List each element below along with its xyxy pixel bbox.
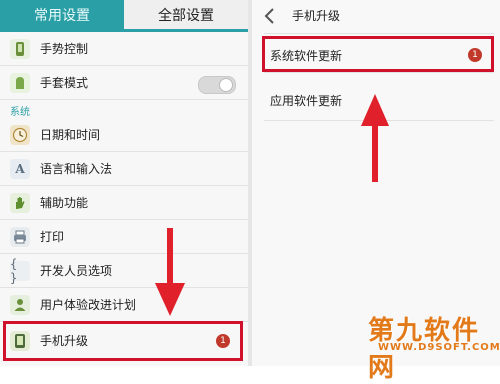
settings-item-label: 开发人员选项 [40,264,113,278]
arrow-up-icon [361,94,389,182]
phone-update-header: 手机升级 [252,0,500,32]
braces-icon: { } [10,257,30,285]
settings-tabs: 常用设置 全部设置 [0,0,248,32]
back-icon[interactable] [262,7,278,25]
tab-common-settings[interactable]: 常用设置 [0,0,124,32]
settings-item-label: 语言和输入法 [40,162,113,176]
page-title: 手机升级 [292,9,341,23]
clock-icon [10,125,30,145]
settings-item-label: 手势控制 [40,42,89,56]
tab-all-settings[interactable]: 全部设置 [124,0,248,32]
settings-item-developer-options[interactable]: { } 开发人员选项 [0,254,248,288]
settings-item-label: 手套模式 [40,76,89,90]
divider [264,33,494,34]
language-icon: A [10,159,30,179]
settings-item-label: 日期和时间 [40,128,101,142]
glove-mode-toggle[interactable] [198,76,236,94]
settings-panel: 常用设置 全部设置 手势控制 手套模式 系统 日期和时间 A 语言和输入法 辅助… [0,0,248,366]
settings-item-gesture-control[interactable]: 手势控制 [0,32,248,66]
settings-item-label: 辅助功能 [40,196,89,210]
settings-item-label: 用户体验改进计划 [40,298,137,312]
hand-icon [10,193,30,213]
app-software-update[interactable]: 应用软件更新 [270,92,342,109]
settings-item-date-time[interactable]: 日期和时间 [0,118,248,152]
settings-item-accessibility[interactable]: 辅助功能 [0,186,248,220]
settings-item-label: 打印 [40,230,65,244]
user-icon [10,295,30,315]
highlight-phone-update [3,321,243,361]
divider [264,72,494,73]
arrow-down-icon [155,228,185,316]
highlight-system-update [262,36,494,72]
settings-item-glove-mode[interactable]: 手套模式 [0,66,248,100]
watermark-url: WWW.D9SOFT.COM [378,342,500,353]
settings-item-language-input[interactable]: A 语言和输入法 [0,152,248,186]
settings-item-user-experience[interactable]: 用户体验改进计划 [0,288,248,322]
toggle-knob [219,78,233,92]
printer-icon [10,227,30,247]
glove-icon [10,73,30,93]
gesture-icon [10,39,30,59]
settings-item-print[interactable]: 打印 [0,220,248,254]
section-header-system: 系统 [10,107,30,118]
